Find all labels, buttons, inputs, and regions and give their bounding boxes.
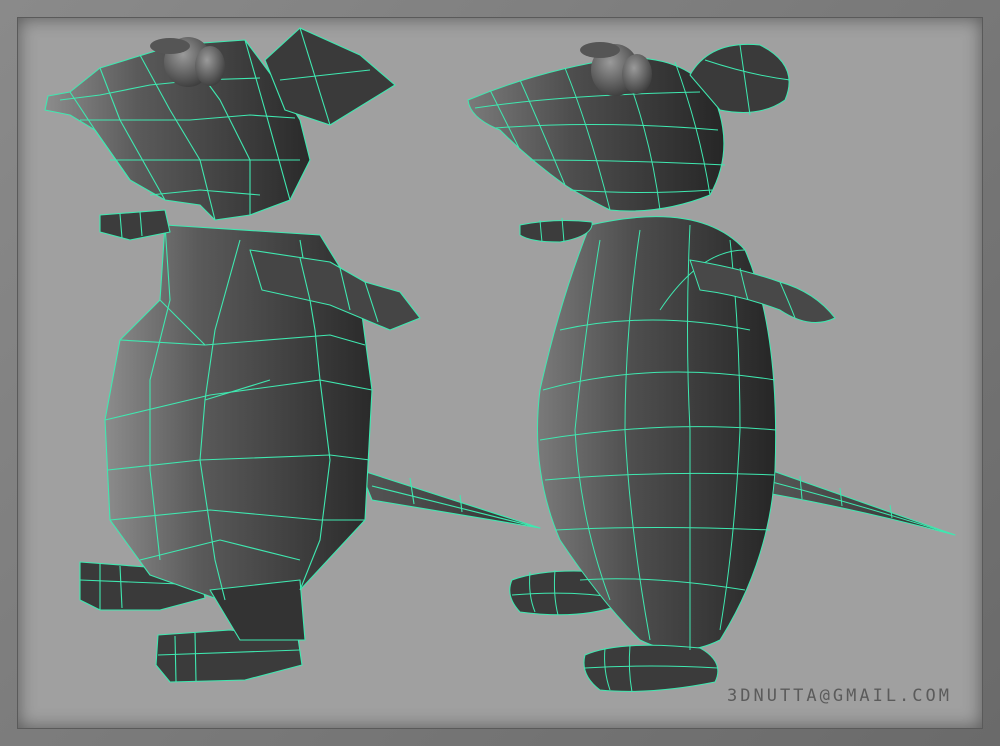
render-viewport: 3DNUTTA@GMAIL.COM [18, 18, 982, 728]
low-poly-rat [44, 27, 541, 683]
image-frame: 3DNUTTA@GMAIL.COM [0, 0, 1000, 746]
rat-models-render [44, 27, 956, 693]
smoothed-rat [467, 42, 956, 693]
author-credit: 3DNUTTA@GMAIL.COM [727, 686, 952, 706]
